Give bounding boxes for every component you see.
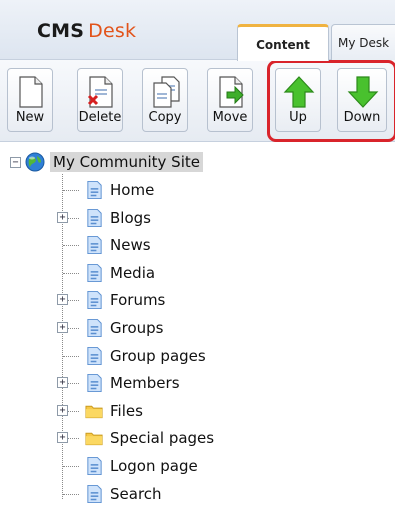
page-icon xyxy=(87,456,102,476)
expand-toggle-icon[interactable]: + xyxy=(57,377,68,389)
page-icon xyxy=(87,180,102,200)
tree-item[interactable]: Logon page xyxy=(85,452,198,480)
tree-item-label: Special pages xyxy=(110,429,215,448)
tree-item[interactable]: Groups xyxy=(85,314,163,342)
new-button[interactable]: New xyxy=(7,68,53,132)
tree-item[interactable]: Files xyxy=(85,397,143,425)
tab-my-desk[interactable]: My Desk xyxy=(331,24,395,61)
highlight-outline xyxy=(267,60,395,142)
tree-item[interactable]: Search xyxy=(85,480,162,508)
tree-connector-line xyxy=(63,190,79,191)
header-bar: CMS Desk My Desk Content xyxy=(0,0,395,61)
page-icon xyxy=(87,208,102,227)
page-icon xyxy=(87,318,102,338)
expand-toggle-icon[interactable]: + xyxy=(57,322,68,333)
tree-item[interactable]: Home xyxy=(85,176,154,204)
page-icon xyxy=(87,484,102,503)
tree-item-label: Blogs xyxy=(110,208,151,227)
tree-connector-line xyxy=(63,245,79,247)
logo-cms-text: CMS xyxy=(37,20,85,42)
tree-root-label: My Community Site xyxy=(50,152,203,172)
move-page-icon xyxy=(219,76,244,108)
delete-page-icon xyxy=(87,76,113,108)
tree-item-label: News xyxy=(110,236,151,255)
page-icon xyxy=(87,291,102,310)
tree-item[interactable]: Blogs xyxy=(85,204,151,232)
tree-root[interactable]: − My Community Site xyxy=(10,148,203,176)
tree-item-label: Logon page xyxy=(110,457,198,475)
new-button-label: New xyxy=(15,110,45,125)
tree-item[interactable]: Media xyxy=(85,259,155,287)
content-tree: − My Community Site Home Blogs + News Media F… xyxy=(0,148,395,511)
logo-desk-text: Desk xyxy=(88,20,137,42)
tree-item-label: Group pages xyxy=(110,346,206,365)
copy-button-label: Copy xyxy=(148,110,182,125)
page-icon xyxy=(87,346,102,365)
tree-item[interactable]: News xyxy=(85,231,151,259)
collapse-toggle-icon[interactable]: − xyxy=(10,156,21,168)
folder-icon xyxy=(85,433,103,446)
globe-icon xyxy=(25,152,45,172)
page-icon xyxy=(87,374,102,393)
move-button[interactable]: Move xyxy=(207,68,253,132)
page-icon xyxy=(87,236,102,255)
tree-item-label: Files xyxy=(110,401,143,420)
tree-item-label: Search xyxy=(110,484,162,503)
expand-toggle-icon[interactable]: + xyxy=(57,294,68,306)
new-page-icon xyxy=(19,76,43,108)
page-icon xyxy=(87,263,102,282)
tree-item-label: Members xyxy=(110,374,180,393)
move-button-label: Move xyxy=(212,110,248,125)
tree-item[interactable]: Forums xyxy=(85,286,165,314)
tree-item[interactable]: Group pages xyxy=(85,342,206,370)
tree-item-label: Home xyxy=(110,181,155,199)
expand-toggle-icon[interactable]: + xyxy=(57,432,68,444)
tree-connector-line xyxy=(63,466,79,467)
tree-connector-line xyxy=(62,174,63,499)
tree-item-label: Media xyxy=(110,263,156,282)
copy-page-icon xyxy=(153,76,180,108)
expand-toggle-icon[interactable]: + xyxy=(57,211,68,223)
app-logo: CMS Desk xyxy=(37,20,136,42)
tab-content[interactable]: Content xyxy=(237,24,329,61)
tree-item[interactable]: Members xyxy=(85,369,180,397)
delete-button[interactable]: Delete xyxy=(77,68,123,132)
tree-item-label: Forums xyxy=(110,291,166,310)
delete-button-label: Delete xyxy=(78,110,122,125)
tree-connector-line xyxy=(63,355,79,357)
tree-connector-line xyxy=(63,272,79,274)
copy-button[interactable]: Copy xyxy=(142,68,188,132)
tree-connector-line xyxy=(63,493,79,495)
folder-icon xyxy=(85,405,103,418)
expand-toggle-icon[interactable]: + xyxy=(57,404,68,416)
tree-item[interactable]: Special pages xyxy=(85,424,214,452)
tree-item-label: Groups xyxy=(110,319,164,337)
